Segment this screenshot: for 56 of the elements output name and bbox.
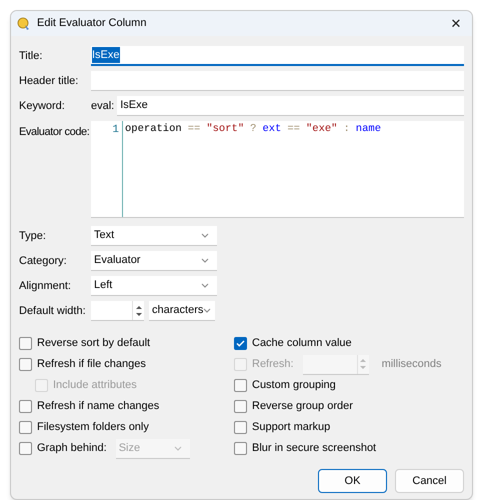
checkbox[interactable] — [19, 400, 32, 413]
option-label: Custom grouping — [252, 378, 336, 394]
dropdown[interactable]: Text — [91, 226, 217, 246]
keyword-field[interactable]: IsExe — [117, 96, 464, 116]
close-button[interactable]: ✕ — [446, 14, 466, 34]
option-label: Blur in secure screenshot — [252, 441, 376, 456]
option-label: Refresh if file changes — [37, 357, 146, 372]
field-label: Keyword: — [19, 98, 66, 114]
field-label: Header title: — [19, 74, 80, 89]
dropdown[interactable]: characters — [149, 301, 215, 321]
option-label: Refresh: — [252, 357, 294, 372]
option-label: Reverse group order — [252, 399, 353, 414]
chevron-down-icon — [203, 308, 212, 313]
dialog-button[interactable]: OK — [318, 469, 387, 493]
spin-field[interactable] — [302, 354, 369, 374]
field-label: Alignment: — [19, 278, 72, 294]
checkbox[interactable] — [19, 358, 32, 371]
option-label: Cache column value — [252, 336, 352, 352]
option-label: Graph behind: — [37, 441, 107, 456]
unit-label: milliseconds — [382, 357, 442, 372]
option-label: Include attributes — [53, 378, 137, 394]
code-editor[interactable]: 1 operation == "sort" ? ext == "exe" : name — [91, 121, 464, 218]
keyword-prefix: eval: — [91, 98, 114, 114]
checkbox[interactable] — [234, 442, 247, 455]
option-label: Reverse sort by default — [37, 336, 150, 352]
checkbox[interactable] — [234, 337, 247, 350]
option-label: Filesystem folders only — [37, 420, 149, 436]
field-label: Type: — [19, 228, 47, 244]
field-label: Default width: — [19, 304, 87, 319]
dialog-button[interactable]: Cancel — [395, 469, 464, 493]
code-line: operation == "sort" ? ext == "exe" : name — [124, 122, 382, 137]
checkbox[interactable] — [19, 442, 32, 455]
dropdown[interactable]: Left — [91, 276, 217, 296]
checkbox[interactable] — [234, 421, 247, 434]
app-icon — [17, 16, 31, 30]
field-label: Title: — [19, 48, 44, 64]
field-label: Category: — [19, 254, 68, 269]
checkbox[interactable] — [19, 421, 32, 434]
field-label: Evaluator code: — [19, 125, 90, 140]
window-title: Edit Evaluator Column — [37, 16, 148, 32]
title-field[interactable]: IsExe — [91, 46, 464, 66]
option-label: Support markup — [252, 420, 330, 436]
chevron-down-icon — [174, 446, 182, 450]
chevron-down-icon — [201, 258, 209, 263]
chevron-down-icon — [201, 283, 209, 288]
option-label: Refresh if name changes — [37, 399, 160, 414]
checkbox[interactable] — [234, 400, 247, 413]
chevron-down-icon — [201, 233, 209, 238]
header-title-field[interactable] — [91, 71, 464, 91]
line-number: 1 — [112, 123, 119, 138]
dropdown[interactable]: Evaluator — [91, 251, 217, 271]
spin-arrows-icon[interactable] — [136, 304, 142, 318]
checkbox[interactable] — [234, 379, 247, 392]
checkmark-icon — [236, 340, 245, 347]
spin-field[interactable] — [91, 301, 144, 321]
checkbox[interactable] — [19, 337, 32, 350]
